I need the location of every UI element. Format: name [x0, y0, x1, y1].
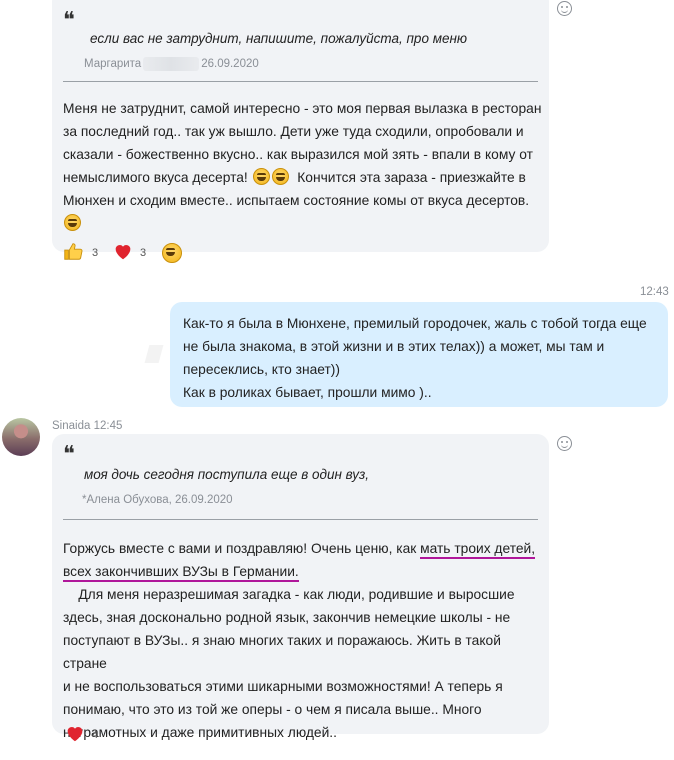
- message-body: Как-то я была в Мюнхене, премилый городо…: [183, 312, 663, 404]
- message-line: Для меня неразрешимая загадка - как люди…: [63, 587, 515, 602]
- thumbs-up-icon[interactable]: [62, 240, 84, 262]
- message-line: немыслимого вкуса десерта! Кончится эта …: [63, 166, 543, 189]
- laughing-emoji-icon[interactable]: [162, 243, 182, 263]
- quote-author: Маргарита: [84, 58, 142, 71]
- message-line: Меня не затруднит, самой интересно - это…: [63, 101, 542, 116]
- message-segment: Кончится эта зараза - приезжайте в: [297, 170, 526, 185]
- heart-icon[interactable]: [64, 722, 86, 744]
- message-segment: немыслимого вкуса десерта!: [63, 170, 248, 185]
- quote-icon: ❝: [63, 442, 75, 467]
- quote-meta: *Алена Обухова, 26.09.2020: [82, 494, 233, 506]
- message-line: сказали - божественно вкусно.. как выраз…: [63, 147, 533, 162]
- quoted-text: моя дочь сегодня поступила еще в один ву…: [84, 467, 370, 482]
- message-line: понимаю, что это из той же оперы - о чем…: [63, 702, 482, 717]
- message-line: всех закончивших ВУЗы в Германии.: [63, 560, 543, 583]
- quoted-text: если вас не затруднит, напишите, пожалуй…: [90, 31, 468, 46]
- quote-date: 26.09.2020: [201, 58, 259, 71]
- message-line: Горжусь вместе с вами и поздравляю! Очен…: [63, 537, 543, 560]
- sender-header: Sinaida 12:45: [52, 420, 122, 432]
- avatar[interactable]: [2, 418, 40, 456]
- message-line: за последний год.. так уж вышло. Дети уж…: [63, 124, 524, 139]
- message-body: Горжусь вместе с вами и поздравляю! Очен…: [63, 537, 543, 744]
- message-line: поступают в ВУЗы.. я знаю многих таких и…: [63, 633, 501, 671]
- message-line: пересеклись, кто знает)): [183, 362, 340, 377]
- quote-icon: ❝: [63, 8, 75, 33]
- laughing-emoji-icon: [271, 168, 289, 185]
- message-line: и не воспользоваться этими шикарными воз…: [63, 679, 503, 694]
- reaction-count: 3: [140, 247, 147, 259]
- heart-icon[interactable]: [112, 240, 134, 262]
- add-reaction-icon[interactable]: [557, 1, 572, 16]
- quote-meta: Маргарита 26.09.2020: [84, 57, 259, 71]
- message-line: Как в роликах бывает, прошли мимо )..: [183, 385, 432, 400]
- message-line: [63, 212, 543, 235]
- message-line: неграмотных и даже примитивных людей..: [63, 725, 337, 740]
- message-time: 12:43: [640, 286, 669, 298]
- laughing-emoji-icon: [64, 214, 81, 231]
- reaction-count: 4: [92, 729, 99, 741]
- bubble-tail: [144, 345, 164, 363]
- message-line: не была знакома, в этой жизни и в этих т…: [183, 339, 605, 354]
- highlighted-text: мать троих детей,: [420, 541, 536, 559]
- add-reaction-icon[interactable]: [557, 436, 572, 451]
- reaction-count: 3: [92, 247, 99, 259]
- message-line: Как-то я была в Мюнхене, премилый городо…: [183, 316, 647, 331]
- message-segment: Горжусь вместе с вами и поздравляю! Очен…: [63, 541, 421, 556]
- highlighted-text: всех закончивших ВУЗы в Германии.: [63, 564, 299, 582]
- redacted-name: [143, 57, 200, 71]
- message-line: Мюнхен и сходим вместе.. испытаем состоя…: [63, 193, 530, 208]
- message-body: Меня не затруднит, самой интересно - это…: [63, 97, 543, 235]
- message-time: 12:45: [93, 420, 123, 432]
- quote-divider: [63, 81, 538, 82]
- sender-name: Sinaida: [52, 420, 91, 432]
- quote-divider: [63, 519, 538, 520]
- message-line: здесь, зная досконально родной язык, зак…: [63, 610, 511, 625]
- laughing-emoji-icon: [252, 168, 270, 185]
